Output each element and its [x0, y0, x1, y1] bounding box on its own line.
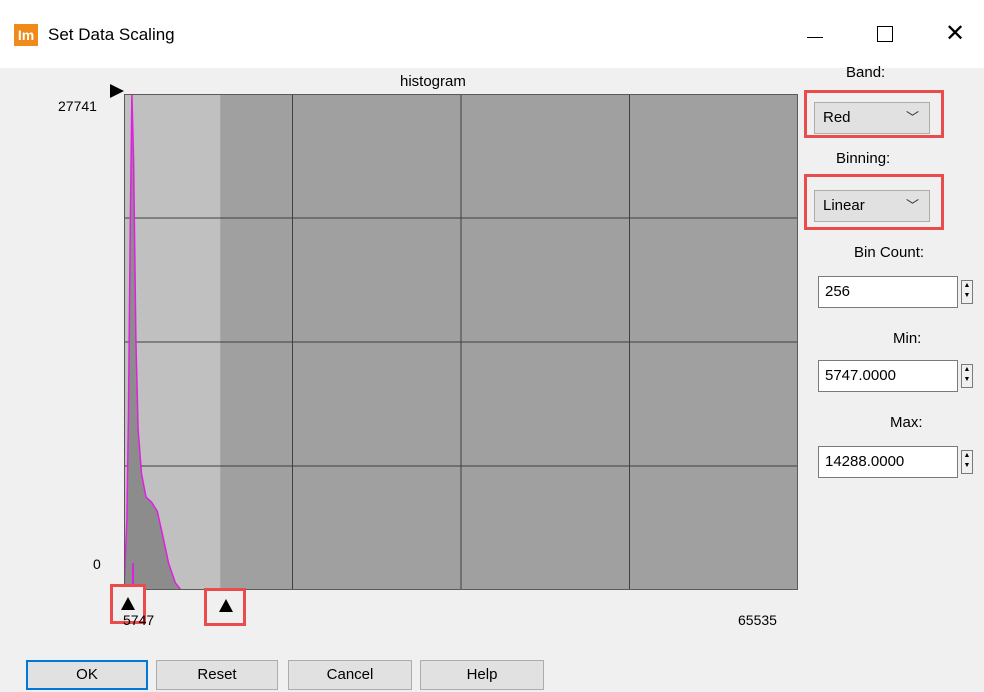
y-max-label: 27741	[58, 98, 97, 114]
triangle-up-icon	[121, 597, 135, 610]
window-title: Set Data Scaling	[48, 25, 175, 44]
max-label: Max:	[890, 414, 923, 431]
bin-count-stepper[interactable]: ▲ ▼	[961, 280, 973, 304]
band-label: Band:	[846, 64, 886, 81]
x-min-label: 5747	[123, 612, 155, 628]
ok-button[interactable]: OK	[26, 660, 148, 690]
reset-button[interactable]: Reset	[156, 660, 278, 690]
min-input[interactable]: 5747.0000	[818, 360, 958, 392]
min-stepper[interactable]: ▲ ▼	[961, 364, 973, 388]
histogram-plot[interactable]	[124, 94, 798, 590]
y-max-arrow-icon[interactable]	[110, 84, 124, 98]
max-marker-handle[interactable]	[204, 588, 246, 626]
title-bar: Im Set Data Scaling ✕	[0, 0, 984, 68]
y-min-label: 0	[93, 556, 101, 572]
bin-count-input[interactable]: 256	[818, 276, 958, 308]
close-icon: ✕	[944, 20, 966, 47]
app-icon: Im	[14, 24, 38, 46]
histogram-title: histogram	[400, 73, 466, 90]
x-max-label: 65535	[738, 612, 777, 628]
minimize-button[interactable]	[790, 14, 840, 54]
binning-label: Binning:	[836, 150, 891, 167]
close-button[interactable]: ✕	[930, 14, 980, 54]
bin-count-label: Bin Count:	[854, 244, 925, 261]
maximize-icon	[877, 26, 893, 42]
binning-select[interactable]: Linear ﹀	[814, 190, 930, 222]
minimize-icon	[807, 36, 823, 38]
max-stepper[interactable]: ▲ ▼	[961, 450, 973, 474]
min-label: Min:	[893, 330, 922, 347]
binning-select-value: Linear	[823, 197, 865, 214]
max-input[interactable]: 14288.0000	[818, 446, 958, 478]
help-button[interactable]: Help	[420, 660, 544, 690]
chevron-down-icon: ﹀	[905, 110, 919, 125]
triangle-up-icon	[219, 599, 233, 612]
maximize-button[interactable]	[860, 14, 910, 54]
band-select-value: Red	[823, 109, 851, 126]
chevron-down-icon: ﹀	[905, 198, 919, 213]
band-select[interactable]: Red ﹀	[814, 102, 930, 134]
cancel-button[interactable]: Cancel	[288, 660, 412, 690]
